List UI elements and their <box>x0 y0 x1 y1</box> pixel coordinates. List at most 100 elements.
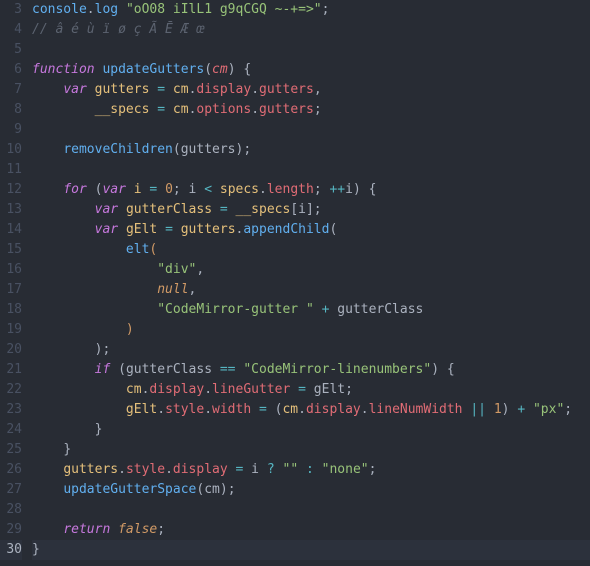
token-id: cm <box>204 482 220 497</box>
code-line[interactable]: cm.display.lineGutter = gElt; <box>32 380 590 400</box>
code-line[interactable]: updateGutterSpace(cm); <box>32 480 590 500</box>
token-var: i <box>134 182 142 197</box>
code-line[interactable] <box>32 500 590 520</box>
token-kw: var <box>95 222 118 237</box>
code-line[interactable]: } <box>32 420 590 440</box>
token-var: cm <box>173 102 189 117</box>
code-line[interactable]: } <box>32 440 590 460</box>
token-id <box>87 82 95 97</box>
code-line[interactable]: function updateGutters(cm) { <box>32 60 590 80</box>
code-line[interactable] <box>32 40 590 60</box>
code-line[interactable]: var gElt = gutters.appendChild( <box>32 220 590 240</box>
token-pun: ; <box>369 462 377 477</box>
code-line[interactable]: elt( <box>32 240 590 260</box>
code-line[interactable]: var gutterClass = __specs[i]; <box>32 200 590 220</box>
token-pun: ; <box>157 522 165 537</box>
code-line[interactable]: if (gutterClass == "CodeMirror-linenumbe… <box>32 360 590 380</box>
token-str: "none" <box>322 462 369 477</box>
token-pun: ; <box>314 102 322 117</box>
code-line[interactable] <box>32 120 590 140</box>
token-kw: for <box>63 182 86 197</box>
token-pun: ; <box>173 182 181 197</box>
code-line[interactable]: __specs = cm.options.gutters; <box>32 100 590 120</box>
token-op: = <box>298 382 306 397</box>
token-kwnull: null <box>157 282 188 297</box>
token-str: "CodeMirror-linenumbers" <box>243 362 431 377</box>
code-line[interactable]: removeChildren(gutters); <box>32 140 590 160</box>
code-line[interactable]: var gutters = cm.display.gutters, <box>32 80 590 100</box>
line-number: 14 <box>0 220 22 240</box>
code-line[interactable]: for (var i = 0; i < specs.length; ++i) { <box>32 180 590 200</box>
token-id <box>32 142 63 157</box>
token-id <box>228 462 236 477</box>
line-number: 10 <box>0 140 22 160</box>
code-editor[interactable]: 3456789101112131415161718192021222324252… <box>0 0 590 566</box>
token-id <box>173 222 181 237</box>
token-str: "oO08 iIlL1 g9qCGQ ~-+=>" <box>126 2 322 17</box>
line-number: 18 <box>0 300 22 320</box>
token-pun: ; <box>322 2 330 17</box>
code-line[interactable]: ); <box>32 340 590 360</box>
token-id <box>110 362 118 377</box>
token-pun: ( <box>329 222 337 237</box>
token-pun: ; <box>314 182 322 197</box>
code-line[interactable]: "div", <box>32 260 590 280</box>
token-id <box>32 482 63 497</box>
token-op: = <box>157 102 165 117</box>
token-fn: log <box>95 2 118 17</box>
token-id <box>32 222 95 237</box>
token-pun: . <box>165 462 173 477</box>
token-prop: display <box>306 402 361 417</box>
token-id <box>212 182 220 197</box>
code-line[interactable]: console.log "oO08 iIlL1 g9qCGQ ~-+=>"; <box>32 0 590 20</box>
token-var: gutterClass <box>126 202 212 217</box>
code-line[interactable]: // â é ù ï ø ç Ã Ē Æ œ <box>32 20 590 40</box>
token-id <box>267 402 275 417</box>
token-id: gutterClass <box>329 302 423 317</box>
token-op: = <box>165 222 173 237</box>
token-pun: ) <box>220 482 228 497</box>
code-line[interactable]: gutters.style.display = i ? "" : "none"; <box>32 460 590 480</box>
token-pun: ; <box>102 342 110 357</box>
code-area[interactable]: console.log "oO08 iIlL1 g9qCGQ ~-+=>";//… <box>32 0 590 566</box>
code-line[interactable]: } <box>32 540 590 560</box>
code-line[interactable]: return false; <box>32 520 590 540</box>
token-id <box>32 442 63 457</box>
token-pun: . <box>259 182 267 197</box>
code-line[interactable]: gElt.style.width = (cm.display.lineNumWi… <box>32 400 590 420</box>
token-id <box>32 322 126 337</box>
code-line[interactable]: ) <box>32 320 590 340</box>
token-pun: ) <box>353 182 361 197</box>
token-op: = <box>220 202 228 217</box>
token-pun: . <box>251 102 259 117</box>
token-pun: . <box>298 402 306 417</box>
token-id <box>361 182 369 197</box>
token-pun: . <box>361 402 369 417</box>
token-kw: if <box>95 362 111 377</box>
code-line[interactable]: null, <box>32 280 590 300</box>
token-str: "CodeMirror-gutter " <box>157 302 314 317</box>
token-num: 1 <box>494 402 502 417</box>
token-pun: ; <box>228 482 236 497</box>
line-number: 27 <box>0 480 22 500</box>
token-pun: ; <box>314 202 322 217</box>
token-id <box>32 422 95 437</box>
token-prop: options <box>196 102 251 117</box>
token-prop: width <box>212 402 251 417</box>
code-line[interactable]: "CodeMirror-gutter " + gutterClass <box>32 300 590 320</box>
token-id <box>165 102 173 117</box>
token-id <box>32 262 157 277</box>
token-prop: gutters <box>259 82 314 97</box>
line-number: 4 <box>0 20 22 40</box>
token-id <box>157 222 165 237</box>
token-kw: return <box>63 522 110 537</box>
code-line[interactable] <box>32 160 590 180</box>
token-id <box>32 202 95 217</box>
token-id <box>32 342 95 357</box>
line-number: 30 <box>0 540 22 560</box>
token-op: : <box>306 462 314 477</box>
line-number: 11 <box>0 160 22 180</box>
token-id <box>118 202 126 217</box>
token-fn: updateGutters <box>102 62 204 77</box>
token-fn: updateGutterSpace <box>63 482 196 497</box>
